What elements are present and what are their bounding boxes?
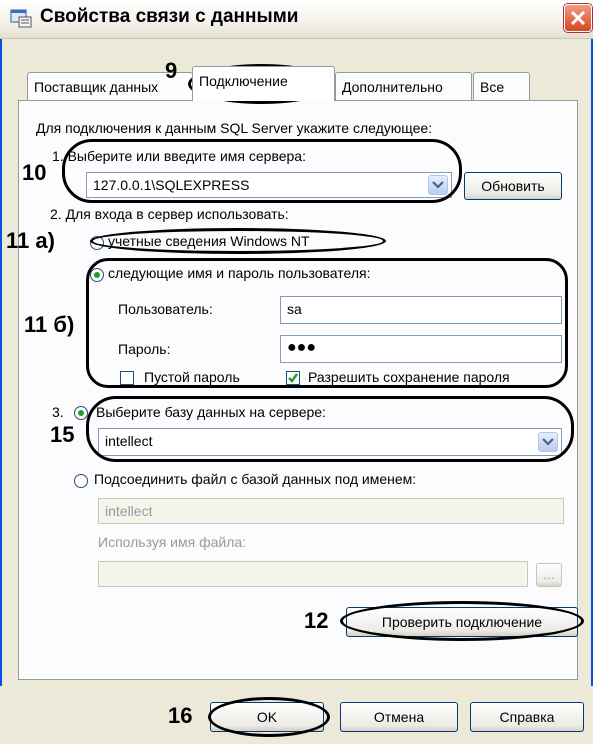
tab-advanced[interactable]: Дополнительно [335, 72, 472, 100]
password-label: Пароль: [118, 341, 171, 357]
user-label: Пользователь: [118, 301, 213, 317]
radio-select-database[interactable] [74, 406, 88, 420]
tab-label: Подключение [199, 73, 288, 89]
user-password-label: следующие имя и пароль пользователя: [108, 265, 371, 281]
file-name-field[interactable] [98, 561, 528, 587]
step1-label: 1. Выберите или введите имя сервера: [52, 148, 306, 164]
attach-db-name-value: intellect [105, 503, 153, 519]
server-name-combobox[interactable]: 127.0.0.1\SQLEXPRESS [86, 172, 452, 198]
windows-nt-label: учетные сведения Windows NT [108, 233, 310, 249]
database-combobox[interactable]: intellect [98, 428, 562, 456]
radio-attach-file[interactable] [74, 474, 88, 488]
annotation-11b: 11 б) [24, 312, 75, 337]
user-value: sa [287, 301, 302, 317]
user-field[interactable]: sa [280, 296, 562, 324]
data-link-icon [10, 8, 32, 28]
database-dropdown-button[interactable] [538, 432, 558, 452]
title-bar[interactable]: Свойства связи с данными [0, 0, 593, 39]
tab-all[interactable]: Все [473, 72, 530, 100]
password-field[interactable]: ●●● [280, 335, 562, 363]
allow-save-password-label: Разрешить сохранение пароля [308, 369, 510, 385]
step3-number: 3. [52, 404, 64, 420]
tab-connection[interactable]: Подключение [192, 66, 335, 101]
radio-user-password[interactable] [90, 268, 104, 282]
select-database-label: Выберите базу данных на сервере: [96, 404, 326, 420]
intro-text: Для подключения к данным SQL Server укаж… [36, 120, 433, 136]
window-title: Свойства связи с данными [40, 6, 299, 27]
help-button[interactable]: Справка [470, 702, 584, 732]
password-value: ●●● [287, 339, 316, 356]
annotation-9: 9 [165, 58, 178, 83]
annotation-12: 12 [304, 608, 329, 633]
step2-label: 2. Для входа в сервер использовать: [50, 206, 289, 222]
ok-button[interactable]: OK [210, 702, 324, 732]
allow-save-password-checkbox[interactable] [286, 371, 300, 385]
blank-password-label: Пустой пароль [144, 369, 240, 385]
tab-label: Все [480, 79, 505, 95]
attach-file-label: Подсоединить файл с базой данных под име… [94, 471, 417, 487]
close-button[interactable] [564, 4, 592, 32]
cancel-button[interactable]: Отмена [340, 702, 458, 732]
file-name-label: Используя имя файла: [98, 534, 247, 550]
tab-label: Дополнительно [342, 79, 443, 95]
radio-windows-nt[interactable] [90, 236, 104, 250]
browse-button[interactable]: ... [536, 563, 562, 587]
server-name-value: 127.0.0.1\SQLEXPRESS [93, 177, 250, 193]
blank-password-checkbox[interactable] [120, 371, 134, 385]
annotation-16: 16 [168, 703, 193, 728]
refresh-button[interactable]: Обновить [464, 172, 562, 200]
server-dropdown-button[interactable] [428, 175, 448, 195]
test-connection-button[interactable]: Проверить подключение [346, 607, 578, 637]
tab-label: Поставщик данных [34, 79, 159, 95]
attach-db-name-field[interactable]: intellect [98, 498, 564, 524]
annotation-15: 15 [50, 422, 75, 447]
annotation-10: 10 [22, 160, 47, 185]
annotation-11a: 11 а) [6, 228, 55, 253]
database-value: intellect [105, 433, 153, 449]
